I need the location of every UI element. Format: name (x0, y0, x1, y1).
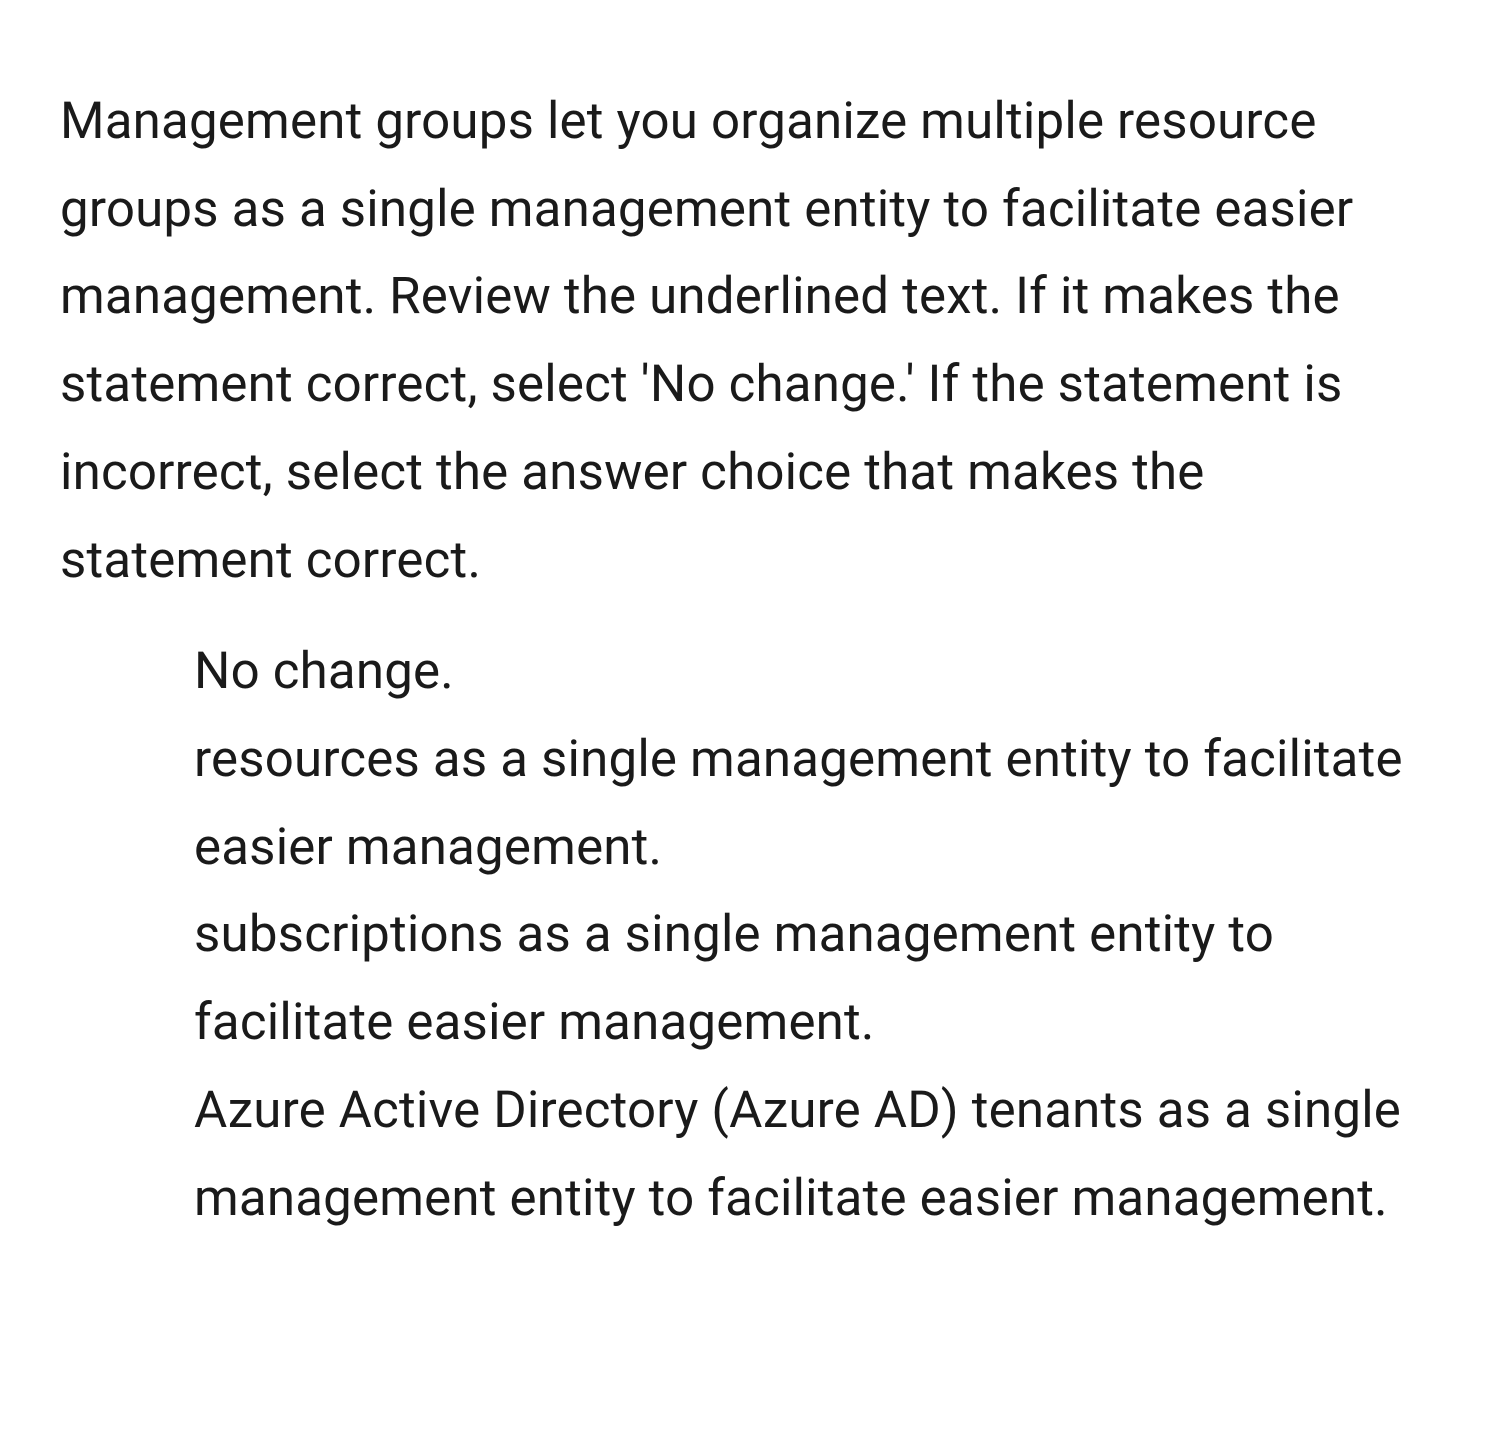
question-text: Management groups let you organize multi… (60, 78, 1440, 604)
answer-options-list: No change. resources as a single managem… (60, 628, 1440, 1242)
answer-option[interactable]: Azure Active Directory (Azure AD) tenant… (194, 1067, 1440, 1242)
answer-option[interactable]: resources as a single management entity … (194, 716, 1440, 891)
answer-option[interactable]: No change. (194, 628, 1440, 716)
answer-option[interactable]: subscriptions as a single management ent… (194, 891, 1440, 1066)
